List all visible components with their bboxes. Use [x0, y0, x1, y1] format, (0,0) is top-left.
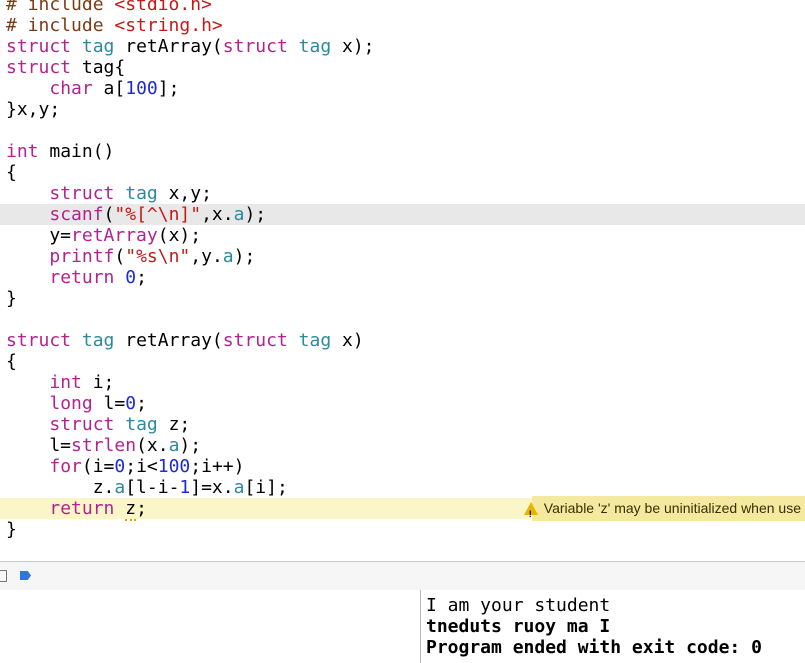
code-line[interactable]: int main()	[0, 141, 805, 162]
console-line: I am your student	[426, 595, 611, 616]
code-line-current[interactable]: scanf("%[^\n]",x.a);	[0, 204, 805, 225]
code-line[interactable]: struct tag x,y;	[0, 183, 805, 204]
code-line[interactable]: # include <stdio.h>	[0, 0, 805, 15]
code-line[interactable]: int i;	[0, 372, 805, 393]
code-line[interactable]: struct tag z;	[0, 414, 805, 435]
console-line: tneduts ruoy ma I	[426, 616, 611, 637]
breakpoints-toggle-icon[interactable]	[20, 571, 31, 580]
code-line[interactable]: y=retArray(x);	[0, 225, 805, 246]
code-line[interactable]: l=strlen(x.a);	[0, 435, 805, 456]
code-line[interactable]: z.a[l-i-1]=x.a[i];	[0, 477, 805, 498]
code-line[interactable]: # include <string.h>	[0, 15, 805, 36]
code-line-warning[interactable]: return z;Variable 'z' may be uninitializ…	[0, 496, 805, 525]
code-line[interactable]: for(i=0;i<100;i++)	[0, 456, 805, 477]
code-line[interactable]: {	[0, 162, 805, 183]
code-line[interactable]: {	[0, 351, 805, 372]
warning-message: Variable 'z' may be uninitialized when u…	[531, 496, 805, 521]
console-output[interactable]: I am your student tneduts ruoy ma I Prog…	[421, 590, 805, 663]
code-line[interactable]: return 0;	[0, 267, 805, 288]
code-line[interactable]: }	[0, 519, 805, 540]
code-line[interactable]: }x,y;	[0, 99, 805, 120]
code-line[interactable]: struct tag{	[0, 57, 805, 78]
console-line: Program ended with exit code: 0	[426, 637, 762, 658]
code-line[interactable]: printf("%s\n",y.a);	[0, 246, 805, 267]
code-line[interactable]: long l=0;	[0, 393, 805, 414]
code-line[interactable]: char a[100];	[0, 78, 805, 99]
warning-badge[interactable]: Variable 'z' may be uninitialized when u…	[523, 496, 805, 525]
code-line[interactable]: struct tag retArray(struct tag x);	[0, 36, 805, 57]
code-editor[interactable]: # include <stdio.h> # include <string.h>…	[0, 0, 805, 560]
warning-triangle-icon	[523, 502, 538, 525]
code-line[interactable]: struct tag retArray(struct tag x)	[0, 330, 805, 351]
debug-bar	[0, 561, 805, 591]
code-line[interactable]: }	[0, 288, 805, 309]
hide-debug-area-icon[interactable]	[0, 570, 7, 582]
variables-view[interactable]	[0, 590, 420, 663]
